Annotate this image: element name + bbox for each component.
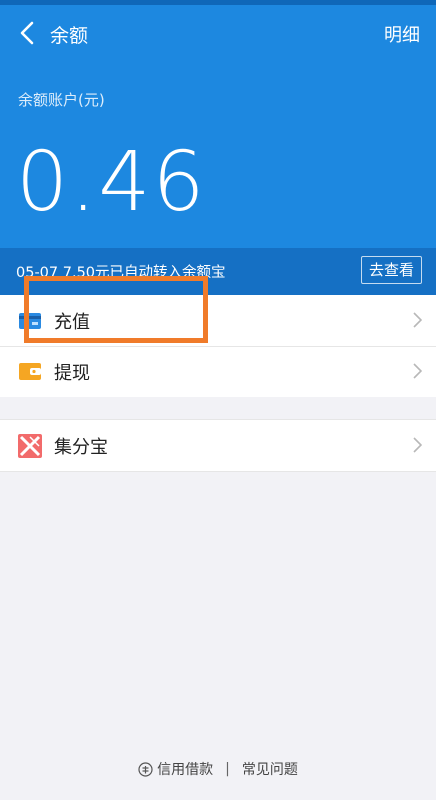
menu-item-label: 集分宝 <box>54 436 108 458</box>
chevron-right-icon <box>413 437 422 453</box>
chevron-right-icon <box>413 312 422 328</box>
credit-loan-link[interactable]: 信用借款 <box>157 759 213 779</box>
navbar: 余额 明细 <box>0 5 436 57</box>
menu-group-2: 集分宝 <box>0 419 436 472</box>
faq-link[interactable]: 常见问题 <box>242 759 298 779</box>
back-button[interactable] <box>14 20 40 46</box>
detail-link[interactable]: 明细 <box>384 21 420 47</box>
balance-header: 余额 明细 余额账户(元) 0.46 05-07 7.50元已自动转入余额宝 去… <box>0 5 436 295</box>
menu-item-label: 充值 <box>54 311 90 333</box>
card-icon <box>18 309 42 333</box>
menu-group: 充值 提现 <box>0 295 436 397</box>
footer: 信用借款 | 常见问题 <box>0 758 436 780</box>
view-button[interactable]: 去查看 <box>360 256 422 284</box>
notice-bar: 05-07 7.50元已自动转入余额宝 去查看 <box>0 248 436 295</box>
wallet-icon <box>18 360 42 384</box>
menu-item-withdraw[interactable]: 提现 <box>0 346 436 397</box>
balance-amount: 0.46 <box>16 135 207 230</box>
page-title: 余额 <box>50 25 89 47</box>
menu-item-jifenbao[interactable]: 集分宝 <box>0 420 436 471</box>
account-label: 余额账户(元) <box>18 91 105 109</box>
menu-item-label: 提现 <box>54 362 90 384</box>
credit-icon <box>138 761 153 777</box>
footer-separator: | <box>225 761 230 777</box>
chevron-right-icon <box>413 363 422 379</box>
notice-text: 05-07 7.50元已自动转入余额宝 <box>16 265 226 281</box>
chevron-left-icon <box>20 21 34 45</box>
menu-item-recharge[interactable]: 充值 <box>0 295 436 346</box>
jifenbao-icon <box>18 433 42 458</box>
